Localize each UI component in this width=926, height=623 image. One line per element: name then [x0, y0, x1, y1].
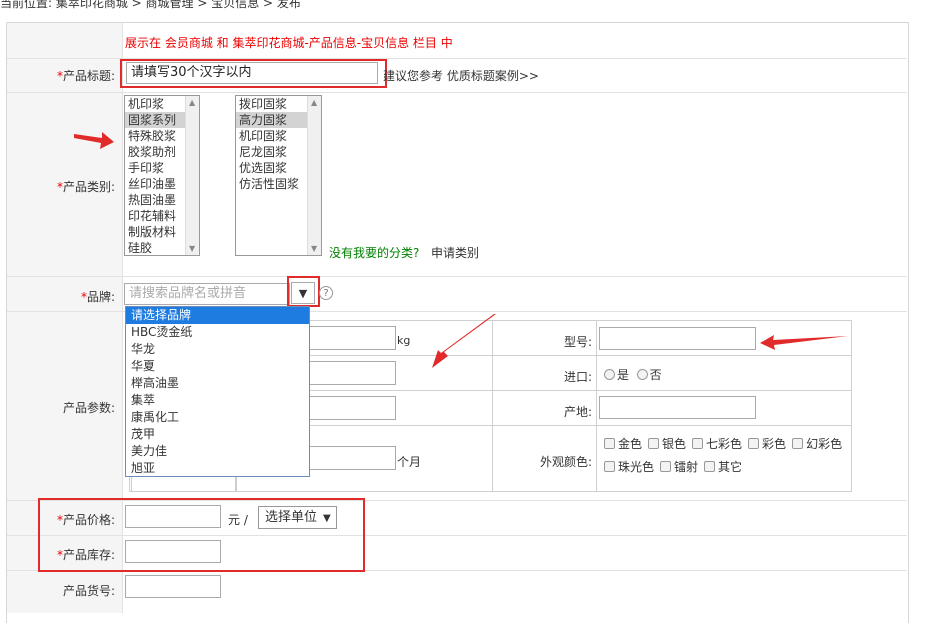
brand-search-input[interactable]: 请搜索品牌名或拼音	[124, 283, 290, 305]
red-arrow-icon	[432, 314, 496, 368]
color-options: 金色 银色 七彩色 彩色 幻彩色 珠光色 镭射 其它	[604, 435, 848, 476]
color-checkbox[interactable]: 金色	[604, 437, 642, 451]
brand-option[interactable]: 请选择品牌	[126, 307, 309, 324]
category-list-secondary[interactable]: 拨印固浆 高力固浆 机印固浆 尼龙固浆 优选固浆 仿活性固浆 ▲ ▼	[235, 95, 322, 256]
scroll-down-icon[interactable]: ▼	[189, 244, 195, 253]
color-checkbox[interactable]: 彩色	[748, 437, 786, 451]
color-label: 银色	[662, 437, 687, 451]
scrollbar[interactable]: ▲ ▼	[307, 96, 321, 255]
brand-option[interactable]: HBC烫金纸	[126, 324, 309, 341]
color-label: 七彩色	[706, 437, 743, 451]
param-input-3[interactable]	[300, 396, 396, 420]
import-radio-group: 是 否	[604, 366, 662, 383]
red-arrow-icon	[760, 335, 848, 350]
import-yes-radio[interactable]: 是	[604, 368, 629, 382]
scrollbar[interactable]: ▲ ▼	[185, 96, 199, 255]
model-input[interactable]	[599, 327, 756, 350]
color-label: 外观颜色:	[539, 455, 592, 469]
brand-option[interactable]: 华夏	[126, 358, 309, 375]
title-label: *产品标题:	[56, 69, 115, 83]
params-divider	[596, 320, 597, 492]
color-label: 镭射	[674, 460, 699, 474]
row-divider	[7, 276, 907, 277]
title-input[interactable]: 请填写30个汉字以内	[126, 62, 378, 84]
color-checkbox[interactable]: 其它	[704, 460, 742, 474]
color-label: 金色	[618, 437, 643, 451]
red-arrow-icon	[74, 132, 114, 149]
brand-option[interactable]: 美力佳	[126, 443, 309, 460]
param-input-2[interactable]	[300, 361, 396, 385]
color-checkbox[interactable]: 珠光色	[604, 460, 654, 474]
weight-unit: kg	[397, 334, 411, 347]
model-label: 型号:	[563, 335, 592, 349]
import-no-radio[interactable]: 否	[636, 368, 662, 382]
brand-option[interactable]: 康禹化工	[126, 409, 309, 426]
brand-option[interactable]: 茂甲	[126, 426, 309, 443]
color-label: 珠光色	[618, 460, 655, 474]
color-checkbox[interactable]: 幻彩色	[792, 437, 842, 451]
scroll-down-icon[interactable]: ▼	[311, 244, 317, 253]
apply-category-link[interactable]: 申请类别	[431, 244, 479, 261]
title-hint-link[interactable]: 建议您参考 优质标题案例>>	[383, 67, 539, 84]
category-list-primary[interactable]: 机印浆 固浆系列 特殊胶浆 胶浆助剂 手印浆 丝印油墨 热固油墨 印花辅料 制版材料 硅胶 ▲ ▼	[124, 95, 200, 256]
brand-option[interactable]: 集萃	[126, 392, 309, 409]
help-icon[interactable]: ?	[319, 286, 333, 300]
color-checkbox[interactable]: 七彩色	[692, 437, 742, 451]
sku-label: 产品货号:	[62, 584, 115, 598]
params-label: 产品参数:	[62, 401, 115, 415]
brand-option[interactable]: 旭亚	[126, 460, 309, 477]
shelf-life-input[interactable]	[300, 446, 396, 470]
color-checkbox[interactable]: 镭射	[660, 460, 698, 474]
scroll-up-icon[interactable]: ▲	[189, 98, 195, 107]
brand-dropdown-list[interactable]: 请选择品牌 HBC烫金纸 华龙 华夏 榉高油墨 集萃 康禹化工 茂甲 美力佳 旭亚	[125, 306, 310, 477]
scroll-up-icon[interactable]: ▲	[311, 98, 317, 107]
color-label: 彩色	[762, 437, 787, 451]
import-label: 进口:	[563, 370, 592, 384]
breadcrumb: 当前位置: 集萃印花商城 > 商城管理 > 宝贝信息 > 发布	[0, 0, 301, 10]
row-divider	[7, 92, 907, 93]
color-label: 其它	[718, 460, 743, 474]
chevron-down-icon[interactable]: ▼	[291, 282, 315, 304]
origin-label: 产地:	[563, 405, 592, 419]
no-category-link[interactable]: 没有我要的分类?	[329, 244, 419, 261]
sku-input[interactable]	[125, 575, 221, 598]
display-info: 展示在 会员商城 和 集萃印花商城-产品信息-宝贝信息 栏目 中	[125, 36, 453, 50]
color-label: 幻彩色	[806, 437, 843, 451]
origin-input[interactable]	[599, 396, 756, 419]
shelf-life-unit: 个月	[397, 455, 422, 469]
brand-option[interactable]: 华龙	[126, 341, 309, 358]
brand-option[interactable]: 榉高油墨	[126, 375, 309, 392]
price-stock-highlight	[38, 498, 365, 572]
weight-input[interactable]	[300, 326, 396, 350]
brand-label: *品牌:	[80, 290, 115, 304]
category-label: *产品类别:	[56, 180, 115, 194]
color-checkbox[interactable]: 银色	[648, 437, 686, 451]
